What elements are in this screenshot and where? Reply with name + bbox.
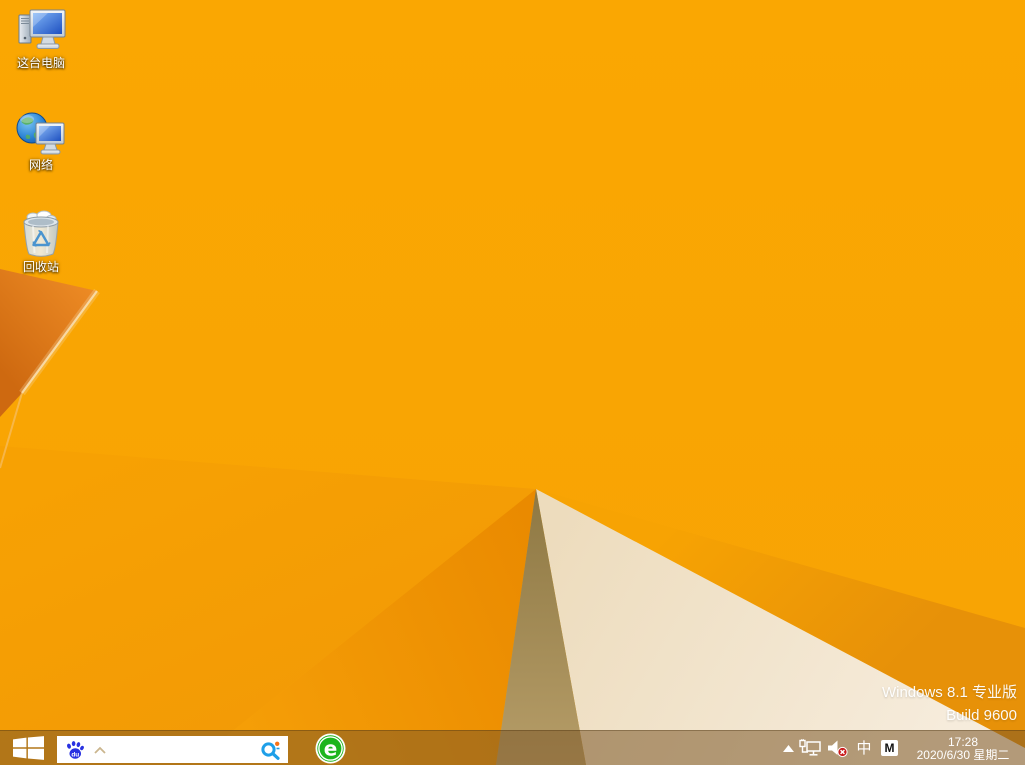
- system-tray: 中 M 17:28 2020/6/30 星期二: [779, 731, 1025, 765]
- tray-expand-button[interactable]: [779, 731, 797, 765]
- windows-logo-icon: [13, 736, 44, 760]
- volume-tray-button[interactable]: [824, 731, 852, 765]
- icon-label-recycle-bin: 回收站: [23, 261, 59, 274]
- baidu-logo-icon: du: [65, 740, 85, 760]
- ime-language-button[interactable]: 中: [852, 731, 876, 765]
- search-input[interactable]: [113, 741, 260, 758]
- this-pc-icon: [15, 6, 67, 54]
- desktop[interactable]: 这台电脑: [0, 0, 1025, 765]
- ethernet-network-icon: [799, 739, 822, 757]
- taskbar-clock[interactable]: 17:28 2020/6/30 星期二: [903, 735, 1023, 762]
- clock-time: 17:28: [903, 735, 1023, 749]
- watermark-build: Build 9600: [882, 704, 1017, 727]
- clock-date: 2020/6/30 星期二: [903, 749, 1023, 762]
- desktop-icon-network[interactable]: 网络: [6, 108, 76, 172]
- network-icon: [16, 108, 66, 156]
- wallpaper-image: [0, 0, 1025, 765]
- windows-build-watermark: Windows 8.1 专业版 Build 9600: [882, 681, 1017, 727]
- icon-label-network: 网络: [29, 159, 53, 172]
- desktop-icon-this-pc[interactable]: 这台电脑: [6, 6, 76, 70]
- chevron-up-icon: [783, 745, 794, 752]
- browser-360-taskbar-button[interactable]: e: [303, 731, 357, 765]
- start-button[interactable]: [0, 731, 56, 765]
- ime-mode-button[interactable]: M: [876, 731, 903, 765]
- ime-language-indicator: 中: [856, 741, 871, 756]
- taskbar: du e: [0, 730, 1025, 765]
- recycle-bin-icon: [20, 210, 62, 258]
- ime-mode-badge: M: [881, 740, 898, 756]
- desktop-icon-recycle-bin[interactable]: 回收站: [6, 210, 76, 274]
- svg-text:du: du: [71, 751, 79, 758]
- baidu-search-box[interactable]: du: [57, 736, 288, 763]
- baidu-magnifier-icon[interactable]: [260, 739, 282, 761]
- green-e-browser-icon: e: [315, 733, 346, 764]
- svg-text:e: e: [323, 736, 337, 760]
- network-tray-button[interactable]: [797, 731, 824, 765]
- volume-muted-icon: [827, 739, 849, 758]
- search-collapse-chevron-icon[interactable]: [93, 746, 107, 754]
- icon-label-this-pc: 这台电脑: [17, 57, 65, 70]
- watermark-edition: Windows 8.1 专业版: [882, 681, 1017, 704]
